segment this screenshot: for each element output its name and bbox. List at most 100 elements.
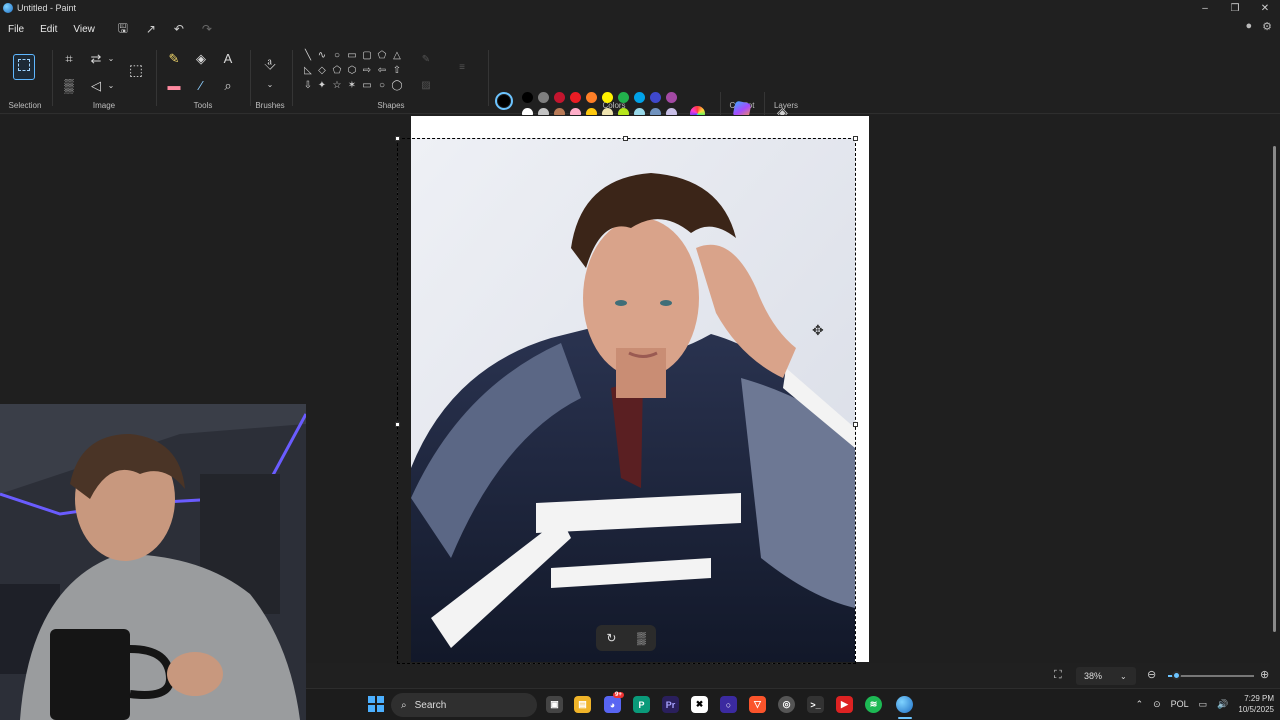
remove-background-icon[interactable]: ↻	[606, 631, 616, 645]
primary-color-swatch[interactable]	[495, 92, 513, 110]
rectangle-selection-icon[interactable]	[13, 54, 35, 80]
diamond-shape-icon[interactable]: ◇	[316, 65, 328, 77]
selection-rectangle[interactable]	[397, 138, 856, 664]
rotate-icon[interactable]: ◁	[88, 79, 104, 93]
polygon-shape-icon[interactable]: ⬠	[376, 50, 388, 62]
color-swatch[interactable]	[666, 92, 677, 103]
color-swatch[interactable]	[538, 92, 549, 103]
discord-icon[interactable]: 9+ ◕	[604, 692, 624, 713]
menu-view[interactable]: View	[65, 24, 103, 35]
resize-handle-w[interactable]	[395, 422, 400, 427]
capcut-icon[interactable]: ✖	[691, 696, 708, 713]
scrollbar-thumb[interactable]	[1273, 146, 1276, 632]
pentagon-shape-icon[interactable]: ⬠	[331, 65, 343, 77]
premiere-pro-icon[interactable]: Pr	[662, 696, 679, 713]
chrome-icon[interactable]: ◎	[778, 696, 795, 713]
hexagon-shape-icon[interactable]: ⬡	[346, 65, 358, 77]
minimize-button[interactable]: –	[1190, 0, 1220, 16]
callout-oval-shape-icon[interactable]: ○	[376, 80, 388, 92]
color-swatch[interactable]	[570, 92, 581, 103]
arrow-down-shape-icon[interactable]: ⇩	[302, 80, 314, 92]
color-swatch[interactable]	[602, 92, 613, 103]
chevron-down-icon[interactable]: ⌄	[262, 78, 278, 92]
chevron-down-icon[interactable]: ⌄	[103, 79, 119, 93]
right-triangle-shape-icon[interactable]: ◺	[302, 65, 314, 77]
fill-shape-icon: ▨	[421, 80, 431, 91]
active-app-indicator	[898, 717, 912, 719]
crop-to-selection-icon[interactable]: ▒	[637, 631, 646, 645]
undo-icon[interactable]: ↶	[165, 19, 193, 39]
magnifier-icon[interactable]: ⌕	[220, 79, 236, 93]
brave-icon[interactable]: ▽	[749, 696, 766, 713]
clock[interactable]: 7:29 PM 10/5/2025	[1238, 693, 1274, 715]
rectangle-shape-icon[interactable]: ▭	[346, 50, 358, 62]
tools-label: Tools	[193, 101, 213, 110]
color-swatch[interactable]	[522, 92, 533, 103]
windows-start-icon[interactable]	[368, 696, 384, 712]
line-shape-icon[interactable]: ╲	[302, 50, 314, 62]
four-point-star-shape-icon[interactable]: ✦	[316, 80, 328, 92]
brush-icon[interactable]: ⎀	[262, 57, 278, 72]
language-indicator[interactable]: POL	[1171, 699, 1189, 709]
fill-icon[interactable]: ◈	[193, 52, 209, 66]
pencil-icon[interactable]: ✎	[166, 52, 182, 66]
resize-handle-ne[interactable]	[853, 136, 858, 141]
callout-rect-shape-icon[interactable]: ▭	[361, 80, 373, 92]
fit-to-window-icon[interactable]: ⛶	[1054, 669, 1062, 682]
zoom-dropdown[interactable]: 38% ⌄	[1076, 667, 1136, 685]
crop-icon[interactable]: ⌗	[61, 52, 77, 66]
share-icon[interactable]: ↗	[137, 19, 165, 39]
color-picker-icon[interactable]: ∕	[193, 79, 209, 93]
taskbar-search[interactable]: ⌕ Search	[391, 693, 537, 717]
chevron-down-icon[interactable]: ⌄	[103, 52, 119, 66]
oval-shape-icon[interactable]: ○	[331, 50, 343, 62]
image-creator-icon[interactable]: ⬚	[128, 63, 144, 78]
arrow-right-shape-icon[interactable]: ⇨	[361, 65, 373, 77]
account-icon[interactable]: ●	[1245, 20, 1252, 33]
settings-icon[interactable]: ⚙	[1262, 20, 1272, 33]
menu-file[interactable]: File	[0, 24, 32, 35]
save-icon[interactable]: 🖫	[109, 19, 137, 39]
task-view-icon[interactable]: ▣	[546, 696, 563, 713]
chevron-up-icon[interactable]: ⌃	[1136, 699, 1144, 710]
spotify-icon[interactable]: ≋	[865, 696, 882, 713]
zoom-out-icon[interactable]: ⊖	[1147, 668, 1156, 681]
file-explorer-icon[interactable]: ▤	[574, 696, 591, 713]
microphone-icon[interactable]: ⊙	[1153, 699, 1161, 710]
curve-shape-icon[interactable]: ∿	[316, 50, 328, 62]
text-icon[interactable]: A	[220, 52, 236, 66]
star-shape-icon[interactable]: ☆	[331, 80, 343, 92]
app-icon[interactable]: ○	[720, 696, 737, 713]
terminal-icon[interactable]: >_	[807, 696, 824, 713]
resize-handle-nw[interactable]	[395, 136, 400, 141]
divider	[156, 50, 157, 106]
app-icon[interactable]: ▶	[836, 696, 853, 713]
arrow-left-shape-icon[interactable]: ⇦	[376, 65, 388, 77]
resize-handle-n[interactable]	[623, 136, 628, 141]
resize-icon[interactable]: ⇄	[88, 52, 104, 66]
rounded-rectangle-shape-icon[interactable]: ▢	[361, 50, 373, 62]
redo-icon[interactable]: ↷	[193, 19, 221, 39]
pycharm-icon[interactable]: P	[633, 696, 650, 713]
six-point-star-shape-icon[interactable]: ✶	[346, 80, 358, 92]
callout-cloud-shape-icon[interactable]: ◯	[391, 80, 403, 92]
color-swatch[interactable]	[586, 92, 597, 103]
zoom-slider-thumb[interactable]	[1172, 671, 1181, 680]
restore-button[interactable]: ❒	[1220, 0, 1250, 16]
vertical-scrollbar[interactable]	[1272, 118, 1278, 634]
remove-background-icon[interactable]: ▒	[61, 79, 77, 93]
arrow-up-shape-icon[interactable]: ⇧	[391, 65, 403, 77]
eraser-icon[interactable]: ▬	[166, 79, 182, 93]
menu-edit[interactable]: Edit	[32, 24, 65, 35]
resize-handle-e[interactable]	[853, 422, 858, 427]
close-button[interactable]: ✕	[1250, 0, 1280, 16]
triangle-shape-icon[interactable]: △	[391, 50, 403, 62]
color-swatch[interactable]	[618, 92, 629, 103]
display-icon[interactable]: ▭	[1199, 699, 1208, 710]
color-swatch[interactable]	[554, 92, 565, 103]
paint-taskbar-icon[interactable]	[896, 696, 913, 713]
volume-icon[interactable]: 🔊	[1217, 699, 1228, 710]
color-swatch[interactable]	[650, 92, 661, 103]
color-swatch[interactable]	[634, 92, 645, 103]
zoom-in-icon[interactable]: ⊕	[1260, 668, 1269, 681]
